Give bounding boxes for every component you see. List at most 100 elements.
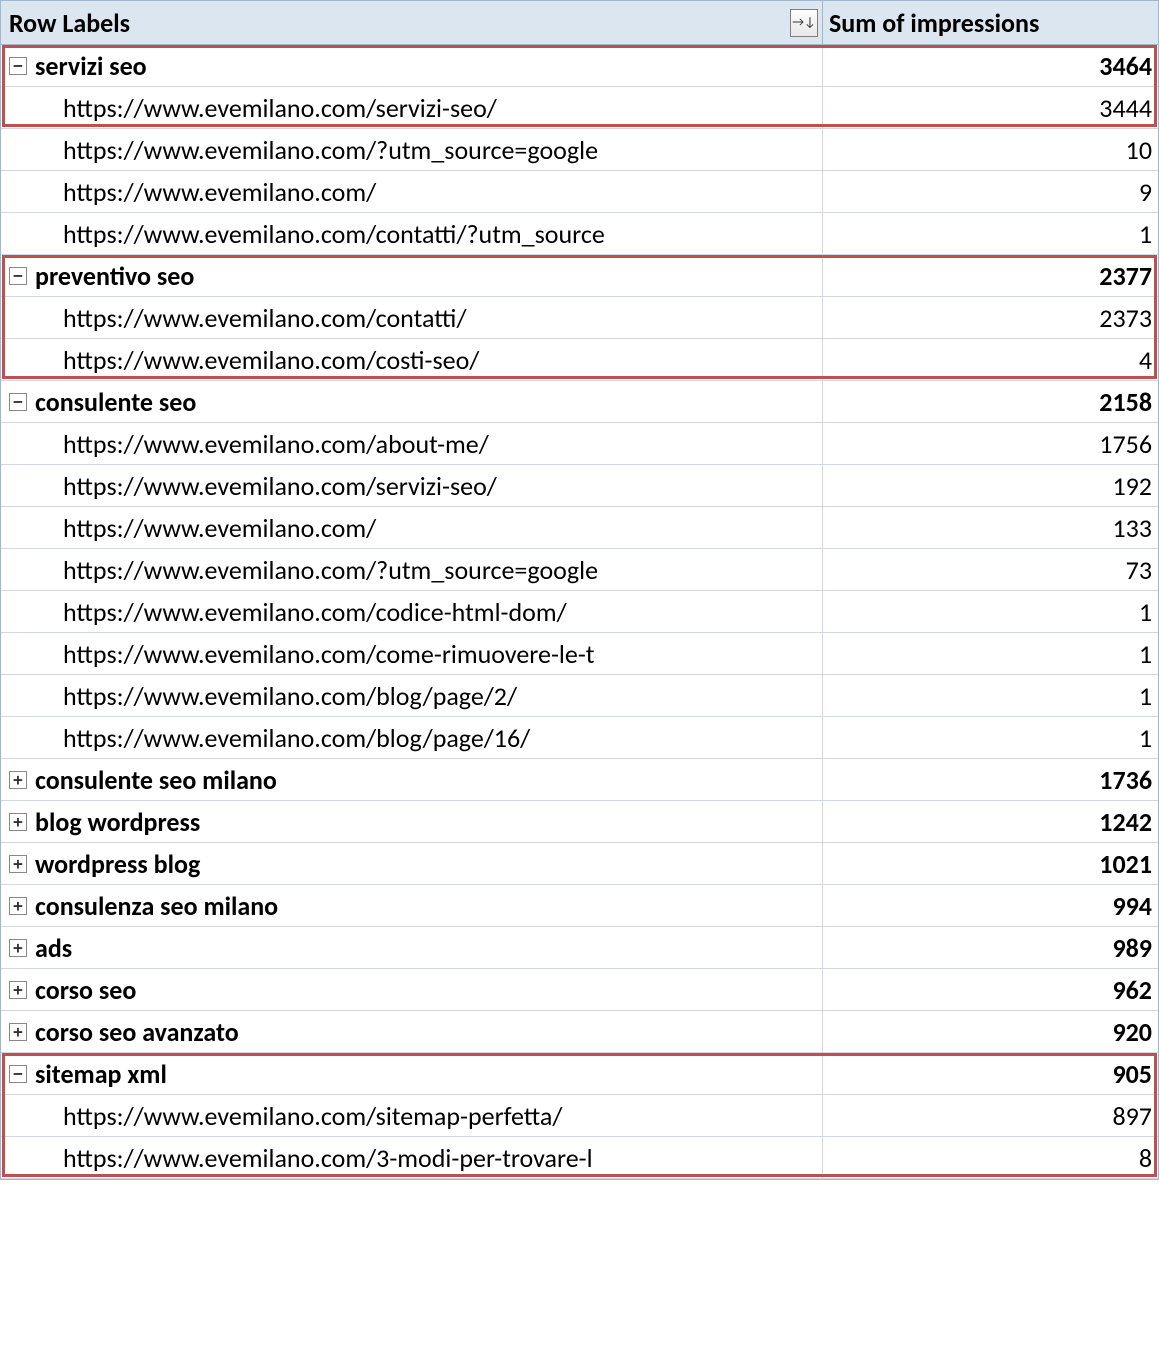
group-label: consulente seo <box>35 386 196 418</box>
child-label: https://www.evemilano.com/codice-html-do… <box>63 596 567 628</box>
child-label-cell: https://www.evemilano.com/blog/page/16/ <box>1 722 822 754</box>
group-label-cell: + corso seo <box>1 974 822 1006</box>
child-value: 133 <box>822 507 1158 548</box>
pivot-group-row: + wordpress blog 1021 <box>1 843 1158 885</box>
pivot-child-row: https://www.evemilano.com/about-me/1756 <box>1 423 1158 465</box>
child-label-cell: https://www.evemilano.com/about-me/ <box>1 428 822 460</box>
collapse-icon[interactable]: − <box>9 393 27 411</box>
child-label-cell: https://www.evemilano.com/ <box>1 512 822 544</box>
pivot-group-row: + corso seo avanzato 920 <box>1 1011 1158 1053</box>
child-value: 1 <box>822 717 1158 758</box>
group-label-cell: −preventivo seo <box>1 260 822 292</box>
child-label-cell: https://www.evemilano.com/costi-seo/ <box>1 344 822 376</box>
expand-icon[interactable]: + <box>9 939 27 957</box>
group-label-cell: −consulente seo <box>1 386 822 418</box>
expand-icon[interactable]: + <box>9 897 27 915</box>
group-value: 1021 <box>822 843 1158 884</box>
child-label-cell: https://www.evemilano.com/?utm_source=go… <box>1 554 822 586</box>
collapse-icon[interactable]: − <box>9 1065 27 1083</box>
child-value: 1 <box>822 675 1158 716</box>
group-value: 1242 <box>822 801 1158 842</box>
pivot-group-row: +corso seo962 <box>1 969 1158 1011</box>
group-label: consulenza seo milano <box>35 890 278 922</box>
child-label-cell: https://www.evemilano.com/contatti/ <box>1 302 822 334</box>
child-label-cell: https://www.evemilano.com/?utm_source=go… <box>1 134 822 166</box>
pivot-group-row: −sitemap xml905 <box>1 1053 1158 1095</box>
row-labels-header: Row Labels <box>1 7 790 39</box>
collapse-icon[interactable]: − <box>9 57 27 75</box>
group-label: blog wordpress <box>35 806 200 838</box>
pivot-child-row: https://www.evemilano.com/3-modi-per-tro… <box>1 1137 1158 1179</box>
expand-icon[interactable]: + <box>9 1023 27 1041</box>
group-label: corso seo <box>35 974 136 1006</box>
child-label: https://www.evemilano.com/ <box>63 512 376 544</box>
group-value: 1736 <box>822 759 1158 800</box>
child-value: 9 <box>822 171 1158 212</box>
expand-icon[interactable]: + <box>9 813 27 831</box>
child-label: https://www.evemilano.com/costi-seo/ <box>63 344 479 376</box>
child-value: 3444 <box>822 87 1158 128</box>
pivot-child-row: https://www.evemilano.com/contatti/?utm_… <box>1 213 1158 255</box>
child-label-cell: https://www.evemilano.com/codice-html-do… <box>1 596 822 628</box>
child-label-cell: https://www.evemilano.com/blog/page/2/ <box>1 680 822 712</box>
pivot-child-row: https://www.evemilano.com/servizi-seo/19… <box>1 465 1158 507</box>
expand-icon[interactable]: + <box>9 981 27 999</box>
group-label-cell: + consulenza seo milano <box>1 890 822 922</box>
sum-header: Sum of impressions <box>822 1 1158 44</box>
child-value: 1 <box>822 213 1158 254</box>
filter-dropdown-button[interactable]: →↓ <box>790 9 818 37</box>
child-label-cell: https://www.evemilano.com/come-rimuovere… <box>1 638 822 670</box>
sum-header-text: Sum of impressions <box>829 7 1039 39</box>
pivot-child-row: https://www.evemilano.com/come-rimuovere… <box>1 633 1158 675</box>
child-label: https://www.evemilano.com/servizi-seo/ <box>63 470 497 502</box>
child-label-cell: https://www.evemilano.com/contatti/?utm_… <box>1 218 822 250</box>
group-label-cell: + blog wordpress <box>1 806 822 838</box>
group-label: consulente seo milano <box>35 764 277 796</box>
group-label-cell: + wordpress blog <box>1 848 822 880</box>
collapse-icon[interactable]: − <box>9 267 27 285</box>
child-value: 2373 <box>822 297 1158 338</box>
group-value: 3464 <box>822 45 1158 86</box>
child-label: https://www.evemilano.com/blog/page/16/ <box>63 722 530 754</box>
pivot-group-row: + consulente seo milano 1736 <box>1 759 1158 801</box>
pivot-header-row: Row Labels →↓ Sum of impressions <box>1 1 1158 45</box>
expand-icon[interactable]: + <box>9 771 27 789</box>
child-label: https://www.evemilano.com/?utm_source=go… <box>63 554 598 586</box>
child-value: 73 <box>822 549 1158 590</box>
group-label: servizi seo <box>35 50 147 82</box>
child-label: https://www.evemilano.com/contatti/?utm_… <box>63 218 605 250</box>
pivot-child-row: https://www.evemilano.com/codice-html-do… <box>1 591 1158 633</box>
pivot-table: Row Labels →↓ Sum of impressions −serviz… <box>0 0 1159 1180</box>
pivot-group-row: −preventivo seo2377 <box>1 255 1158 297</box>
child-label-cell: https://www.evemilano.com/servizi-seo/ <box>1 470 822 502</box>
child-label-cell: https://www.evemilano.com/ <box>1 176 822 208</box>
group-value: 920 <box>822 1011 1158 1052</box>
group-label-cell: + consulente seo milano <box>1 764 822 796</box>
pivot-child-row: https://www.evemilano.com/?utm_source=go… <box>1 549 1158 591</box>
child-value: 4 <box>822 339 1158 380</box>
group-label: wordpress blog <box>35 848 200 880</box>
group-label-cell: −servizi seo <box>1 50 822 82</box>
group-value: 905 <box>822 1053 1158 1094</box>
child-value: 1756 <box>822 423 1158 464</box>
child-label-cell: https://www.evemilano.com/sitemap-perfet… <box>1 1100 822 1132</box>
group-value: 994 <box>822 885 1158 926</box>
child-value: 8 <box>822 1137 1158 1178</box>
pivot-child-row: https://www.evemilano.com/blog/page/16/1 <box>1 717 1158 759</box>
child-label: https://www.evemilano.com/sitemap-perfet… <box>63 1100 562 1132</box>
expand-icon[interactable]: + <box>9 855 27 873</box>
child-value: 192 <box>822 465 1158 506</box>
child-value: 1 <box>822 633 1158 674</box>
group-value: 2158 <box>822 381 1158 422</box>
group-label: corso seo avanzato <box>35 1016 239 1048</box>
child-value: 897 <box>822 1095 1158 1136</box>
child-label-cell: https://www.evemilano.com/3-modi-per-tro… <box>1 1142 822 1174</box>
child-value: 10 <box>822 129 1158 170</box>
group-label-cell: + corso seo avanzato <box>1 1016 822 1048</box>
child-label: https://www.evemilano.com/blog/page/2/ <box>63 680 517 712</box>
group-value: 989 <box>822 927 1158 968</box>
child-value: 1 <box>822 591 1158 632</box>
pivot-child-row: https://www.evemilano.com/contatti/2373 <box>1 297 1158 339</box>
pivot-child-row: https://www.evemilano.com/servizi-seo/34… <box>1 87 1158 129</box>
child-label: https://www.evemilano.com/come-rimuovere… <box>63 638 595 670</box>
